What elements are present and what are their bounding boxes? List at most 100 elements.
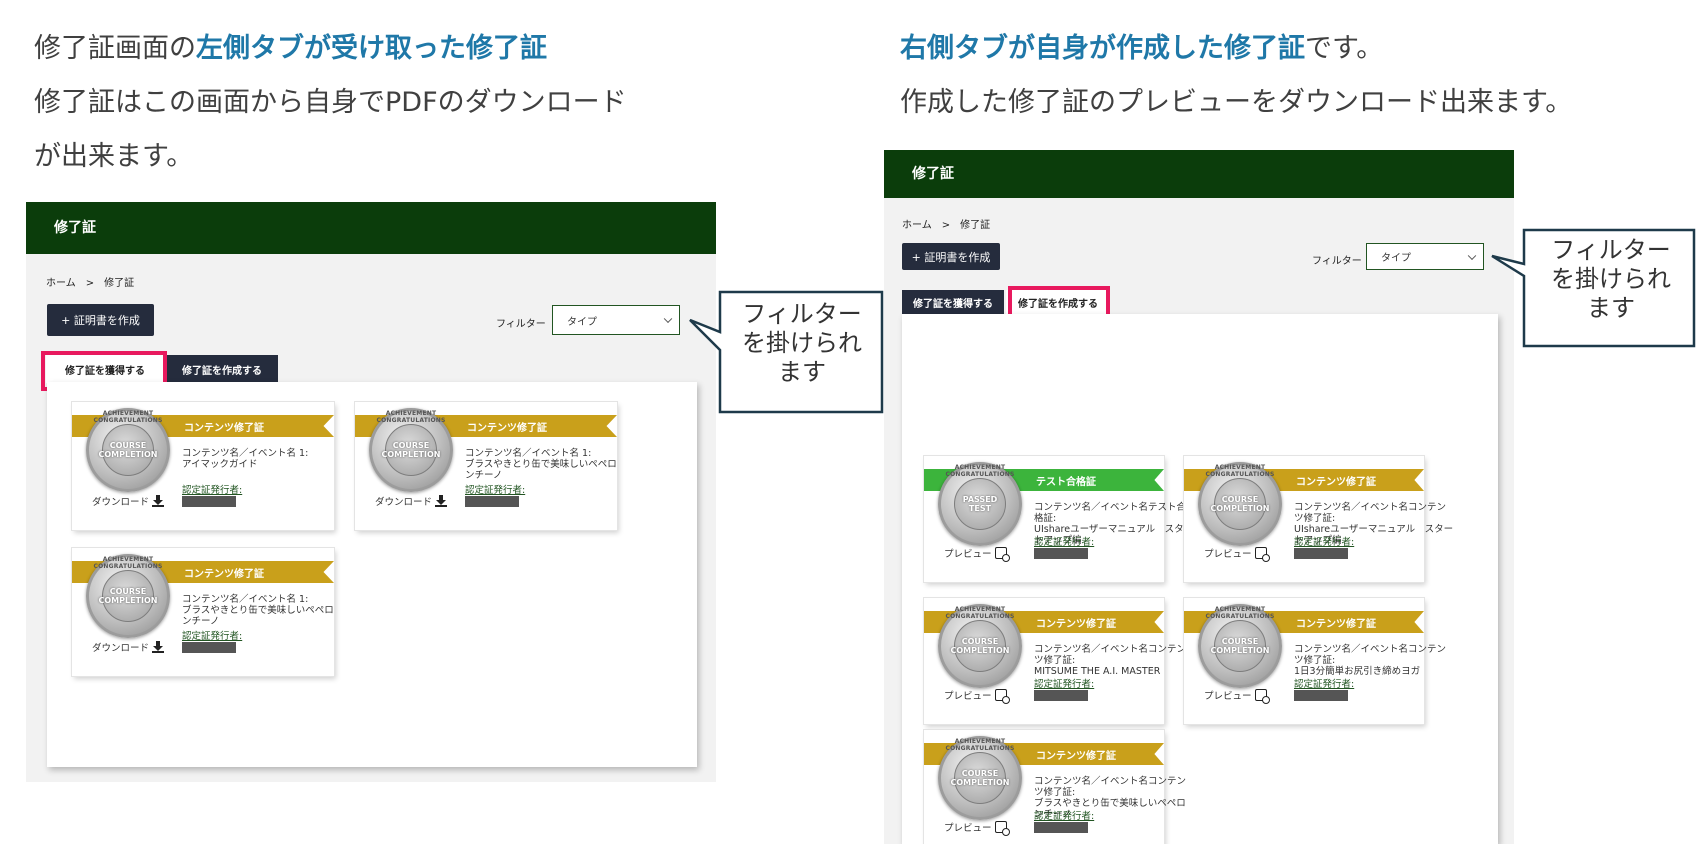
issuer-label[interactable]: 認定証発行者: [1034,534,1094,548]
left-callout-line: フィルター [742,300,862,328]
filter-select[interactable]: タイプ [1366,243,1484,270]
certificate-card[interactable]: コンテンツ修了証 ACHIEVEMENT CONGRATULATIONS COURS… [1184,456,1453,582]
right-callout-line: フィルター [1551,236,1671,264]
certificate-card[interactable]: コンテンツ修了証 ACHIEVEMENT CONGRATULATIONS COURS… [355,402,617,530]
left-caption-line3: が出来ます。 [34,141,194,172]
preview-button[interactable]: プレビュー [944,546,1010,562]
filter-label: フィルター [496,319,546,330]
right-breadcrumb: ホーム > 修了証 [902,216,1000,231]
tab-created[interactable]: 修了証を作成する [166,355,278,383]
issuer-label[interactable]: 認定証発行者: [1294,676,1354,690]
download-icon-tray [152,651,165,653]
issuer-redacted [1294,690,1348,701]
badge-ring-text: ACHIEVEMENT CONGRATULATIONS [1205,606,1275,620]
badge-text: COURSE COMPLETION [951,637,1010,655]
left-content-area: コンテンツ修了証 ACHIEVEMENT CONGRATULATIONS COURS… [47,382,697,767]
certificate-card[interactable]: コンテンツ修了証 ACHIEVEMENT CONGRATULATIONS COURS… [924,598,1186,724]
issuer-label[interactable]: 認定証発行者: [182,628,242,642]
create-certificate-button[interactable]: + 証明書を作成 [47,304,154,336]
action-label: プレビュー [1204,691,1252,702]
filter-select-value: タイプ [567,316,597,328]
card-content-name: コンテンツ名／イベント名コンテンツ修了証: MITSUME THE A.I. MA… [1034,644,1194,677]
badge-center: COURSE COMPLETION [951,620,1010,672]
download-button[interactable]: ダウンロード [92,494,165,508]
badge-center: COURSE COMPLETION [1211,620,1270,672]
badge-text: COURSE COMPLETION [99,441,158,459]
badge-text: COURSE COMPLETION [382,441,441,459]
left-header: 修了証 [26,202,716,254]
breadcrumb-separator: > [941,220,951,231]
chevron-down-icon [1467,251,1477,260]
certificate-badge-icon: ACHIEVEMENT CONGRATULATIONS COURSE COMPLET… [938,604,1022,688]
download-icon [152,495,165,507]
right-header-title: 修了証 [912,166,954,182]
breadcrumb-current: 修了証 [104,278,135,289]
card-content-name-line: コンテンツ名／イベント名コンテンツ修了証: [1034,776,1187,798]
badge-text: COURSE COMPLETION [951,769,1010,787]
issuer-redacted [465,496,519,507]
download-icon-tray [435,505,448,507]
action-label: ダウンロード [92,497,150,508]
download-icon [152,641,165,653]
certificate-badge-icon: ACHIEVEMENT CONGRATULATIONS PASSED TEST [938,462,1022,546]
card-content-name: コンテンツ名／イベント名 1: ブラスやきとり缶で美味しいペペロンチーノ [465,448,625,481]
issuer-label[interactable]: 認定証発行者: [1294,534,1354,548]
filter-select[interactable]: タイプ [552,305,680,335]
certificate-card[interactable]: コンテンツ修了証 ACHIEVEMENT CONGRATULATIONS COURS… [72,548,334,676]
badge-center: COURSE COMPLETION [951,752,1010,804]
right-screenshot: 修了証 ホーム > 修了証 + 証明書を作成 フィルター タイプ 修了証を獲得する … [884,150,1514,844]
create-certificate-button[interactable]: + 証明書を作成 [902,243,1000,270]
breadcrumb-home[interactable]: ホーム [46,278,76,289]
certificate-badge-icon: ACHIEVEMENT CONGRATULATIONS COURSE COMPLET… [1198,462,1282,546]
badge-text-line: COMPLETION [381,450,441,459]
issuer-label[interactable]: 認定証発行者: [1034,676,1094,690]
card-content-name-line: コンテンツ名／イベント名 1: [465,448,592,459]
badge-text-line: PASSED [962,495,998,504]
action-label: プレビュー [944,823,992,834]
certificate-card[interactable]: コンテンツ修了証 ACHIEVEMENT CONGRATULATIONS COURS… [1184,598,1446,724]
issuer-label[interactable]: 認定証発行者: [465,482,525,496]
preview-icon [994,547,1010,562]
badge-text-line: COMPLETION [1210,504,1270,513]
filter-label: フィルター [1312,256,1362,267]
download-button[interactable]: ダウンロード [92,640,165,654]
issuer-label[interactable]: 認定証発行者: [1034,808,1094,822]
badge-ring-text: ACHIEVEMENT CONGRATULATIONS [93,556,163,570]
issuer-redacted [1034,822,1088,833]
issuer-redacted [182,496,236,507]
badge-text: COURSE COMPLETION [1211,637,1270,655]
preview-button[interactable]: プレビュー [944,688,1010,704]
right-callout-line: を掛けられ [1551,265,1671,293]
left-callout-text: フィルター を掛けられ ます [724,300,880,387]
tab-received[interactable]: 修了証を獲得する [902,290,1004,314]
left-caption-line2: 修了証はこの画面から自身でPDFのダウンロード [34,87,627,118]
certificate-badge-icon: ACHIEVEMENT CONGRATULATIONS COURSE COMPLET… [938,736,1022,820]
card-content-name: コンテンツ名／イベント名コンテンツ修了証: 1日3分簡単お尻引き締めヨガ [1294,644,1454,677]
preview-button[interactable]: プレビュー [1204,546,1270,562]
badge-text-line: COURSE [392,441,430,450]
certificate-badge-icon: ACHIEVEMENT CONGRATULATIONS COURSE COMPLET… [369,408,453,492]
right-caption: 右側タブが自身が作成した修了証です。 作成した修了証のプレビューをダウンロード出… [900,22,1700,130]
certificate-card[interactable]: テスト合格証 ACHIEVEMENT CONGRATULATIONS PASSED T… [924,456,1193,582]
right-content-area: テスト合格証 ACHIEVEMENT CONGRATULATIONS PASSED T… [902,314,1498,844]
issuer-label[interactable]: 認定証発行者: [182,482,242,496]
action-label: プレビュー [1204,549,1252,560]
badge-center: COURSE COMPLETION [99,424,158,476]
badge-text: COURSE COMPLETION [1211,495,1270,513]
download-button[interactable]: ダウンロード [375,494,448,508]
breadcrumb-current: 修了証 [960,220,991,231]
left-caption: 修了証画面の左側タブが受け取った修了証 修了証はこの画面から自身でPDFのダウン… [34,22,754,184]
badge-text-line: COURSE [961,769,999,778]
card-content-name: コンテンツ名／イベント名 1: ブラスやきとり缶で美味しいペペロンチーノ [182,594,342,627]
filter-select-value: タイプ [1381,253,1411,264]
certificate-card[interactable]: コンテンツ修了証 ACHIEVEMENT CONGRATULATIONS COURS… [72,402,334,530]
preview-icon [994,689,1010,704]
badge-center: COURSE COMPLETION [1211,478,1270,530]
card-content-name-line: ブラスやきとり缶で美味しいペペロンチーノ [465,459,617,481]
preview-button[interactable]: プレビュー [1204,688,1270,704]
download-icon-tray [152,505,165,507]
badge-ring-text: ACHIEVEMENT CONGRATULATIONS [93,410,163,424]
certificate-card[interactable]: コンテンツ修了証 ACHIEVEMENT CONGRATULATIONS COURS… [924,730,1186,844]
breadcrumb-home[interactable]: ホーム [902,220,932,231]
preview-button[interactable]: プレビュー [944,820,1010,836]
